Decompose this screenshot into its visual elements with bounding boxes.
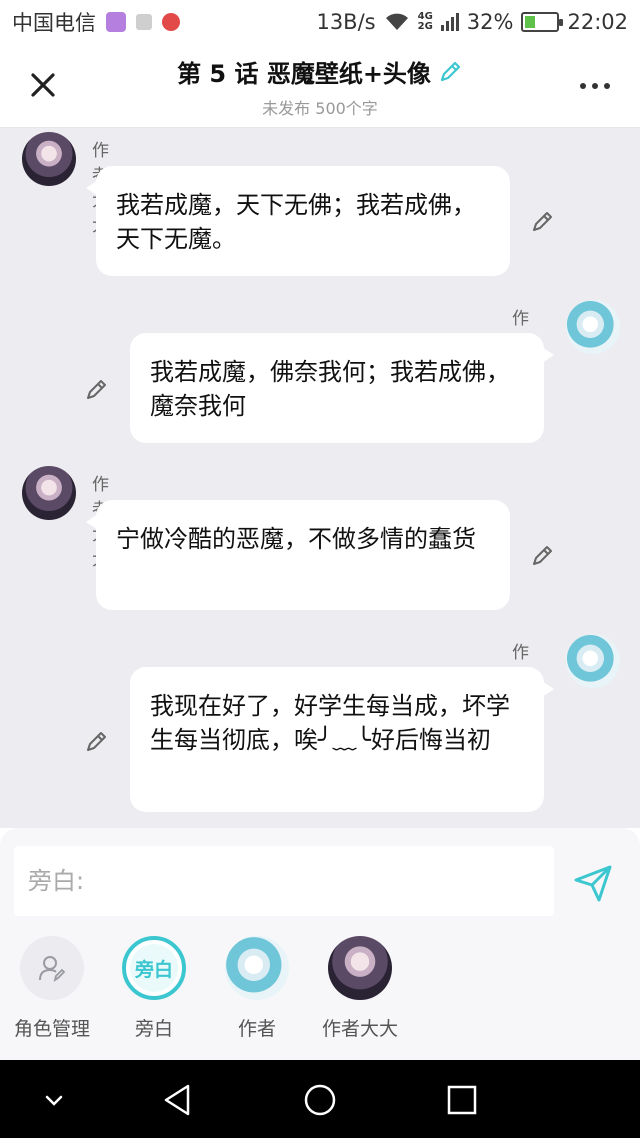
chapter-status: 未发布 500个字 <box>262 99 378 118</box>
role-manage-icon <box>20 936 84 1000</box>
battery-icon <box>521 12 564 32</box>
edit-message-icon[interactable] <box>530 208 556 234</box>
chat-area[interactable]: 作者大大 我若成魔，天下无佛；我若成佛，天下无魔。 作者 我若成魔，佛奈我何；我… <box>0 128 640 828</box>
clock: 22:02 <box>567 10 628 34</box>
more-options-icon[interactable] <box>580 74 616 98</box>
role-label: 角色管理 <box>13 1018 90 1040</box>
role-manage-button[interactable]: 角色管理 <box>2 936 102 1041</box>
chapter-title: 第 5 话 恶魔壁纸+头像 <box>177 60 431 88</box>
chapter-header: 第 5 话 恶魔壁纸+头像 未发布 500个字 <box>0 44 640 128</box>
carrier-label: 中国电信 <box>12 11 96 35</box>
avatar[interactable] <box>22 466 76 520</box>
network-type: 4G 2G <box>417 11 433 32</box>
edit-message-icon[interactable] <box>530 542 556 568</box>
gallery-app-icon <box>106 12 126 32</box>
system-nav-bar <box>0 1060 640 1138</box>
wifi-icon <box>385 13 408 30</box>
home-icon[interactable] <box>300 1080 340 1120</box>
status-bar: 中国电信 13B/s 4G 2G 32% 22:02 <box>0 0 640 44</box>
chevron-down-icon[interactable] <box>34 1080 74 1120</box>
edit-message-icon[interactable] <box>84 376 110 402</box>
recents-icon[interactable] <box>442 1080 482 1120</box>
role-selector: 角色管理 旁白 旁白 作者 作者大大 <box>0 936 640 1056</box>
message-bubble[interactable]: 我若成魔，天下无佛；我若成佛，天下无魔。 <box>86 166 510 276</box>
avatar[interactable] <box>22 132 76 186</box>
avatar[interactable] <box>566 634 620 688</box>
network-speed: 13B/s <box>316 10 376 34</box>
role-author-dada-button[interactable]: 作者大大 <box>310 936 410 1041</box>
edit-message-icon[interactable] <box>84 728 110 754</box>
battery-percent: 32% <box>466 10 514 34</box>
role-label: 作者大大 <box>321 1018 398 1040</box>
role-label: 作者 <box>237 1018 276 1040</box>
narration-badge: 旁白 <box>122 936 186 1000</box>
message-bubble[interactable]: 宁做冷酷的恶魔，不做多情的蠢货 <box>86 500 510 610</box>
send-icon[interactable] <box>572 862 614 904</box>
app-notification-icon <box>162 13 180 31</box>
narration-input[interactable] <box>14 846 554 916</box>
edit-title-icon[interactable] <box>437 59 463 85</box>
message-bubble[interactable]: 我现在好了，好学生每当成，坏学生每当彻底，唉╯﹏╰好后悔当初 <box>130 667 554 812</box>
composer: 角色管理 旁白 旁白 作者 作者大大 <box>0 828 640 1060</box>
avatar <box>328 936 392 1000</box>
close-icon[interactable] <box>26 68 60 102</box>
avatar[interactable] <box>566 300 620 354</box>
avatar <box>225 936 289 1000</box>
notification-icon <box>136 14 152 30</box>
back-icon[interactable] <box>158 1080 198 1120</box>
role-narration-button[interactable]: 旁白 旁白 <box>104 936 204 1041</box>
role-label: 旁白 <box>134 1018 173 1040</box>
message-bubble[interactable]: 我若成魔，佛奈我何；我若成佛，魔奈我何 <box>130 333 554 443</box>
role-author-button[interactable]: 作者 <box>207 936 307 1041</box>
signal-icon <box>440 13 459 31</box>
